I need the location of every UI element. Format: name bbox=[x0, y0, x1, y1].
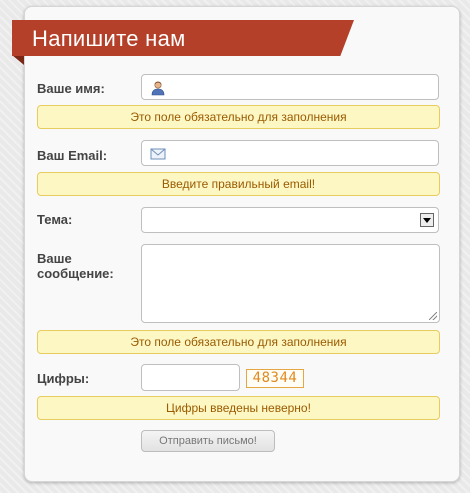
captcha-label: Цифры: bbox=[37, 371, 90, 386]
message-error: Это поле обязательно для заполнения bbox=[37, 330, 440, 354]
name-error: Это поле обязательно для заполнения bbox=[37, 105, 440, 129]
captcha-error: Цифры введены неверно! bbox=[37, 396, 440, 420]
message-label: Ваше сообщение: bbox=[37, 251, 114, 281]
name-input[interactable] bbox=[141, 74, 439, 100]
page-title: Напишите нам bbox=[32, 26, 186, 51]
captcha-input[interactable] bbox=[141, 364, 240, 391]
user-icon bbox=[150, 80, 166, 96]
email-error: Введите правильный email! bbox=[37, 172, 440, 196]
message-label-line1: Ваше bbox=[37, 251, 72, 266]
resize-handle-icon[interactable] bbox=[429, 312, 437, 320]
chevron-down-icon[interactable] bbox=[420, 213, 434, 227]
ribbon-fold bbox=[12, 55, 24, 65]
name-label: Ваше имя: bbox=[37, 81, 105, 96]
submit-button[interactable]: Отправить письмо! bbox=[141, 430, 275, 452]
captcha-image: 48344 bbox=[246, 369, 304, 388]
email-label: Ваш Email: bbox=[37, 148, 108, 163]
envelope-icon bbox=[150, 146, 166, 162]
message-label-line2: сообщение: bbox=[37, 266, 114, 281]
message-textarea[interactable] bbox=[141, 244, 440, 323]
subject-select[interactable] bbox=[141, 207, 439, 233]
email-input[interactable] bbox=[141, 140, 439, 166]
subject-label: Тема: bbox=[37, 212, 73, 227]
